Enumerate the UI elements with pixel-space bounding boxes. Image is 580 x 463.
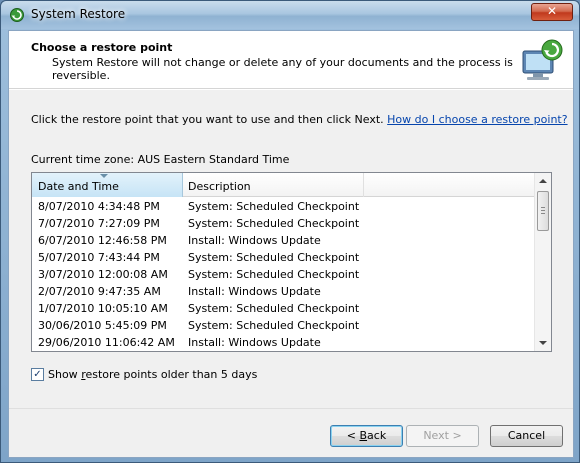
column-header-date-and-time[interactable]: Date and Time	[32, 173, 183, 197]
row-date: 8/07/2010 4:34:48 PM	[38, 200, 160, 213]
scrollbar-thumb[interactable]	[537, 191, 549, 231]
show-older-label: Show restore points older than 5 days	[48, 368, 257, 381]
next-button[interactable]: Next >	[406, 425, 479, 447]
column-header-label: Description	[188, 180, 251, 193]
row-description: Install: Windows Update	[188, 285, 321, 298]
cancel-button[interactable]: Cancel	[490, 425, 563, 447]
list-row[interactable]: 29/06/2010 11:06:42 AM Install: Windows U…	[32, 334, 535, 351]
button-label-part: ack	[367, 429, 387, 442]
list-row[interactable]: 30/06/2010 5:45:09 PM System: Scheduled C…	[32, 317, 535, 334]
sort-descending-icon	[100, 174, 108, 178]
grip-line	[541, 213, 545, 214]
button-label-part: <	[346, 429, 360, 442]
row-description: System: Scheduled Checkpoint	[188, 251, 360, 264]
label-part: estore points older than 5 days	[85, 368, 258, 381]
scroll-down-icon[interactable]	[539, 341, 547, 345]
list-row[interactable]: 6/07/2010 12:46:58 PM Install: Windows Up…	[32, 232, 535, 249]
column-header-description[interactable]: Description	[184, 173, 364, 197]
vertical-scrollbar[interactable]	[534, 173, 551, 351]
row-date: 3/07/2010 12:00:08 AM	[38, 268, 168, 281]
window-title: System Restore	[31, 7, 126, 21]
list-row[interactable]: 7/07/2010 7:27:09 PM System: Scheduled Ch…	[32, 215, 535, 232]
grip-line	[541, 210, 545, 211]
show-older-checkbox[interactable]: ✓	[31, 368, 44, 381]
row-description: System: Scheduled Checkpoint	[188, 217, 360, 230]
close-button[interactable]: ✕	[531, 3, 573, 21]
row-date: 2/07/2010 9:47:35 AM	[38, 285, 161, 298]
system-restore-computer-icon	[522, 39, 563, 80]
list-rows: 8/07/2010 4:34:48 PM System: Scheduled Ch…	[32, 198, 535, 352]
list-row[interactable]: 5/07/2010 7:43:44 PM System: Scheduled Ch…	[32, 249, 535, 266]
row-date: 30/06/2010 5:45:09 PM	[38, 319, 167, 332]
row-date: 6/07/2010 12:46:58 PM	[38, 234, 167, 247]
row-date: 1/07/2010 10:05:10 AM	[38, 302, 168, 315]
help-link[interactable]: How do I choose a restore point?	[387, 113, 567, 126]
title-bar[interactable]: System Restore ✕	[1, 1, 579, 29]
back-button[interactable]: < Back	[330, 425, 403, 447]
grip-line	[541, 207, 545, 208]
label-part: Show	[48, 368, 82, 381]
row-description: System: Scheduled Checkpoint	[188, 200, 360, 213]
row-date: 29/06/2010 11:06:42 AM	[38, 336, 175, 349]
instructions-text: Click the restore point that you want to…	[31, 113, 384, 126]
row-date: 7/07/2010 7:27:09 PM	[38, 217, 160, 230]
page-subtitle: System Restore will not change or delete…	[52, 56, 513, 82]
list-row[interactable]: 1/07/2010 10:05:10 AM System: Scheduled C…	[32, 300, 535, 317]
list-row[interactable]: 3/07/2010 12:00:08 AM System: Scheduled C…	[32, 266, 535, 283]
row-description: Install: Windows Update	[188, 336, 321, 349]
wizard-header: Choose a restore point System Restore wi…	[9, 31, 573, 89]
row-description: Install: Windows Update	[188, 234, 321, 247]
wizard-body: Click the restore point that you want to…	[9, 90, 573, 408]
list-row[interactable]: 8/07/2010 4:34:48 PM System: Scheduled Ch…	[32, 198, 535, 215]
page-title: Choose a restore point	[31, 41, 173, 54]
scroll-up-icon[interactable]	[539, 179, 547, 183]
system-restore-window: System Restore ✕ Choose a restore point …	[0, 0, 580, 463]
row-description: System: Scheduled Checkpoint	[188, 268, 360, 281]
row-date: 5/07/2010 7:43:44 PM	[38, 251, 160, 264]
dialog-client-area: Choose a restore point System Restore wi…	[8, 30, 574, 458]
restore-points-list[interactable]: Date and Time Description 8/07/2010 4:34…	[31, 172, 552, 352]
button-mnemonic: B	[359, 429, 368, 442]
column-header-label: Date and Time	[38, 180, 119, 193]
wizard-footer: < Back Next > Cancel	[9, 408, 573, 457]
row-description: System: Scheduled Checkpoint	[188, 319, 360, 332]
list-row[interactable]: 2/07/2010 9:47:35 AM Install: Windows Upd…	[32, 283, 535, 300]
row-description: System: Scheduled Checkpoint	[188, 302, 360, 315]
list-header: Date and Time Description	[32, 173, 535, 197]
system-restore-icon	[10, 8, 24, 22]
timezone-label: Current time zone: AUS Eastern Standard …	[31, 153, 290, 166]
instructions: Click the restore point that you want to…	[31, 113, 568, 126]
